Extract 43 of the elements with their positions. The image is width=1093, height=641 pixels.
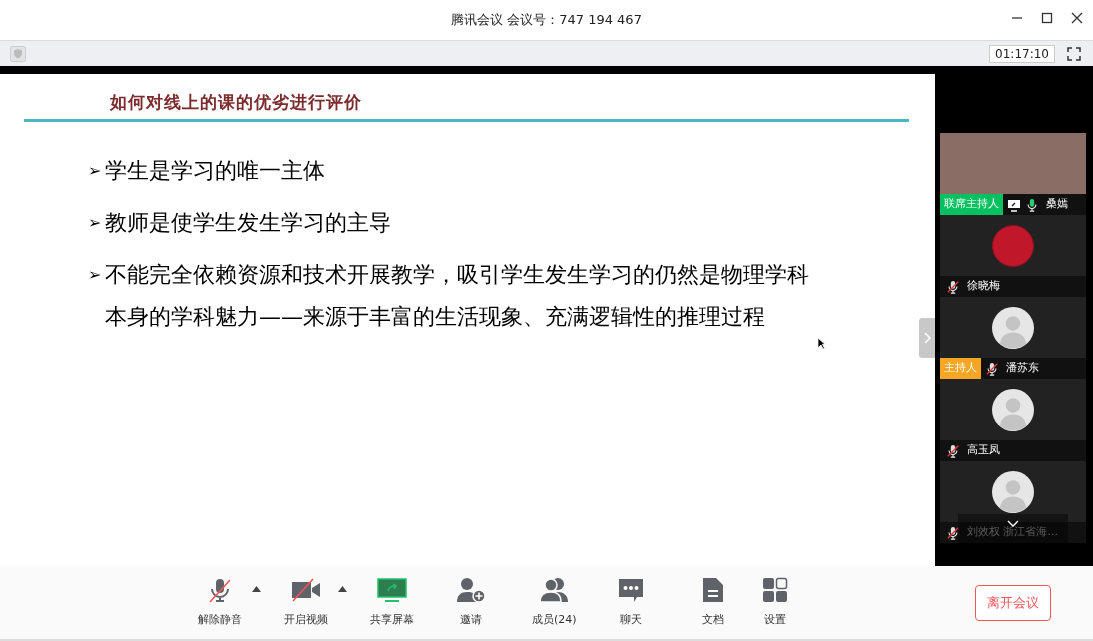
people-icon: [539, 577, 570, 604]
avatar-silhouette-icon: [992, 470, 1034, 513]
caret-up-icon[interactable]: [338, 586, 347, 593]
maximize-icon[interactable]: [1041, 12, 1053, 24]
participant-name: 潘苏东: [1006, 360, 1039, 377]
grid-icon: [762, 577, 788, 604]
role-badge: 联席主持人: [940, 194, 1003, 215]
avatar-silhouette-icon: [992, 388, 1034, 431]
window-title: 腾讯会议 会议号：747 194 467: [451, 11, 642, 30]
bullet-arrow: ➢: [88, 212, 103, 234]
leave-meeting-button[interactable]: 离开会议: [975, 584, 1051, 621]
mouse-cursor-icon: [817, 337, 826, 350]
add-person-icon: [456, 577, 486, 604]
avatar-picture: [992, 224, 1034, 267]
toolbar-button[interactable]: 解除静音: [196, 576, 244, 629]
screen-share-icon: [377, 578, 407, 603]
toolbar-button[interactable]: 邀请: [454, 576, 488, 629]
bullet-arrow: ➢: [88, 160, 103, 182]
participant-name: 刘效权 浙江省海...: [967, 524, 1058, 541]
participant-name: 高玉凤: [967, 442, 1000, 459]
chevron-down-icon: [1007, 520, 1019, 527]
toolbar-button[interactable]: 成员(24): [530, 576, 579, 629]
chat-icon: [618, 577, 644, 604]
chevron-right-icon: [923, 332, 931, 344]
toolbar-button[interactable]: 设置: [760, 576, 790, 629]
avatar-silhouette-icon: [992, 306, 1034, 349]
participant-name: 徐晓梅: [967, 278, 1000, 295]
caret-up-icon[interactable]: [252, 586, 261, 593]
bullet-text: 教师是使学生发生学习的主导: [105, 209, 391, 237]
bullet-arrow: ➢: [88, 264, 103, 286]
toolbar-button[interactable]: 开启视频: [282, 576, 330, 629]
slide-title: 如何对线上的课的优劣进行评价: [110, 91, 363, 113]
bullet-text: 学生是学习的唯一主体: [105, 157, 325, 185]
participant-name: 桑嫣: [1046, 196, 1068, 213]
meeting-timer: 01:17:10: [989, 44, 1055, 63]
toolbar-button[interactable]: 共享屏幕: [368, 576, 416, 629]
fullscreen-icon[interactable]: [1067, 46, 1081, 61]
toolbar-button[interactable]: 文档: [700, 576, 726, 629]
bullet-text: 不能完全依赖资源和技术开展教学，吸引学生发生学习的仍然是物理学科本身的学科魅力——来源于丰富的生活现象、充满逻辑性的推理过程: [105, 261, 810, 331]
document-icon: [702, 577, 724, 604]
close-icon[interactable]: [1071, 12, 1083, 24]
role-badge: 主持人: [940, 358, 981, 379]
toolbar-button[interactable]: 聊天: [616, 576, 646, 629]
